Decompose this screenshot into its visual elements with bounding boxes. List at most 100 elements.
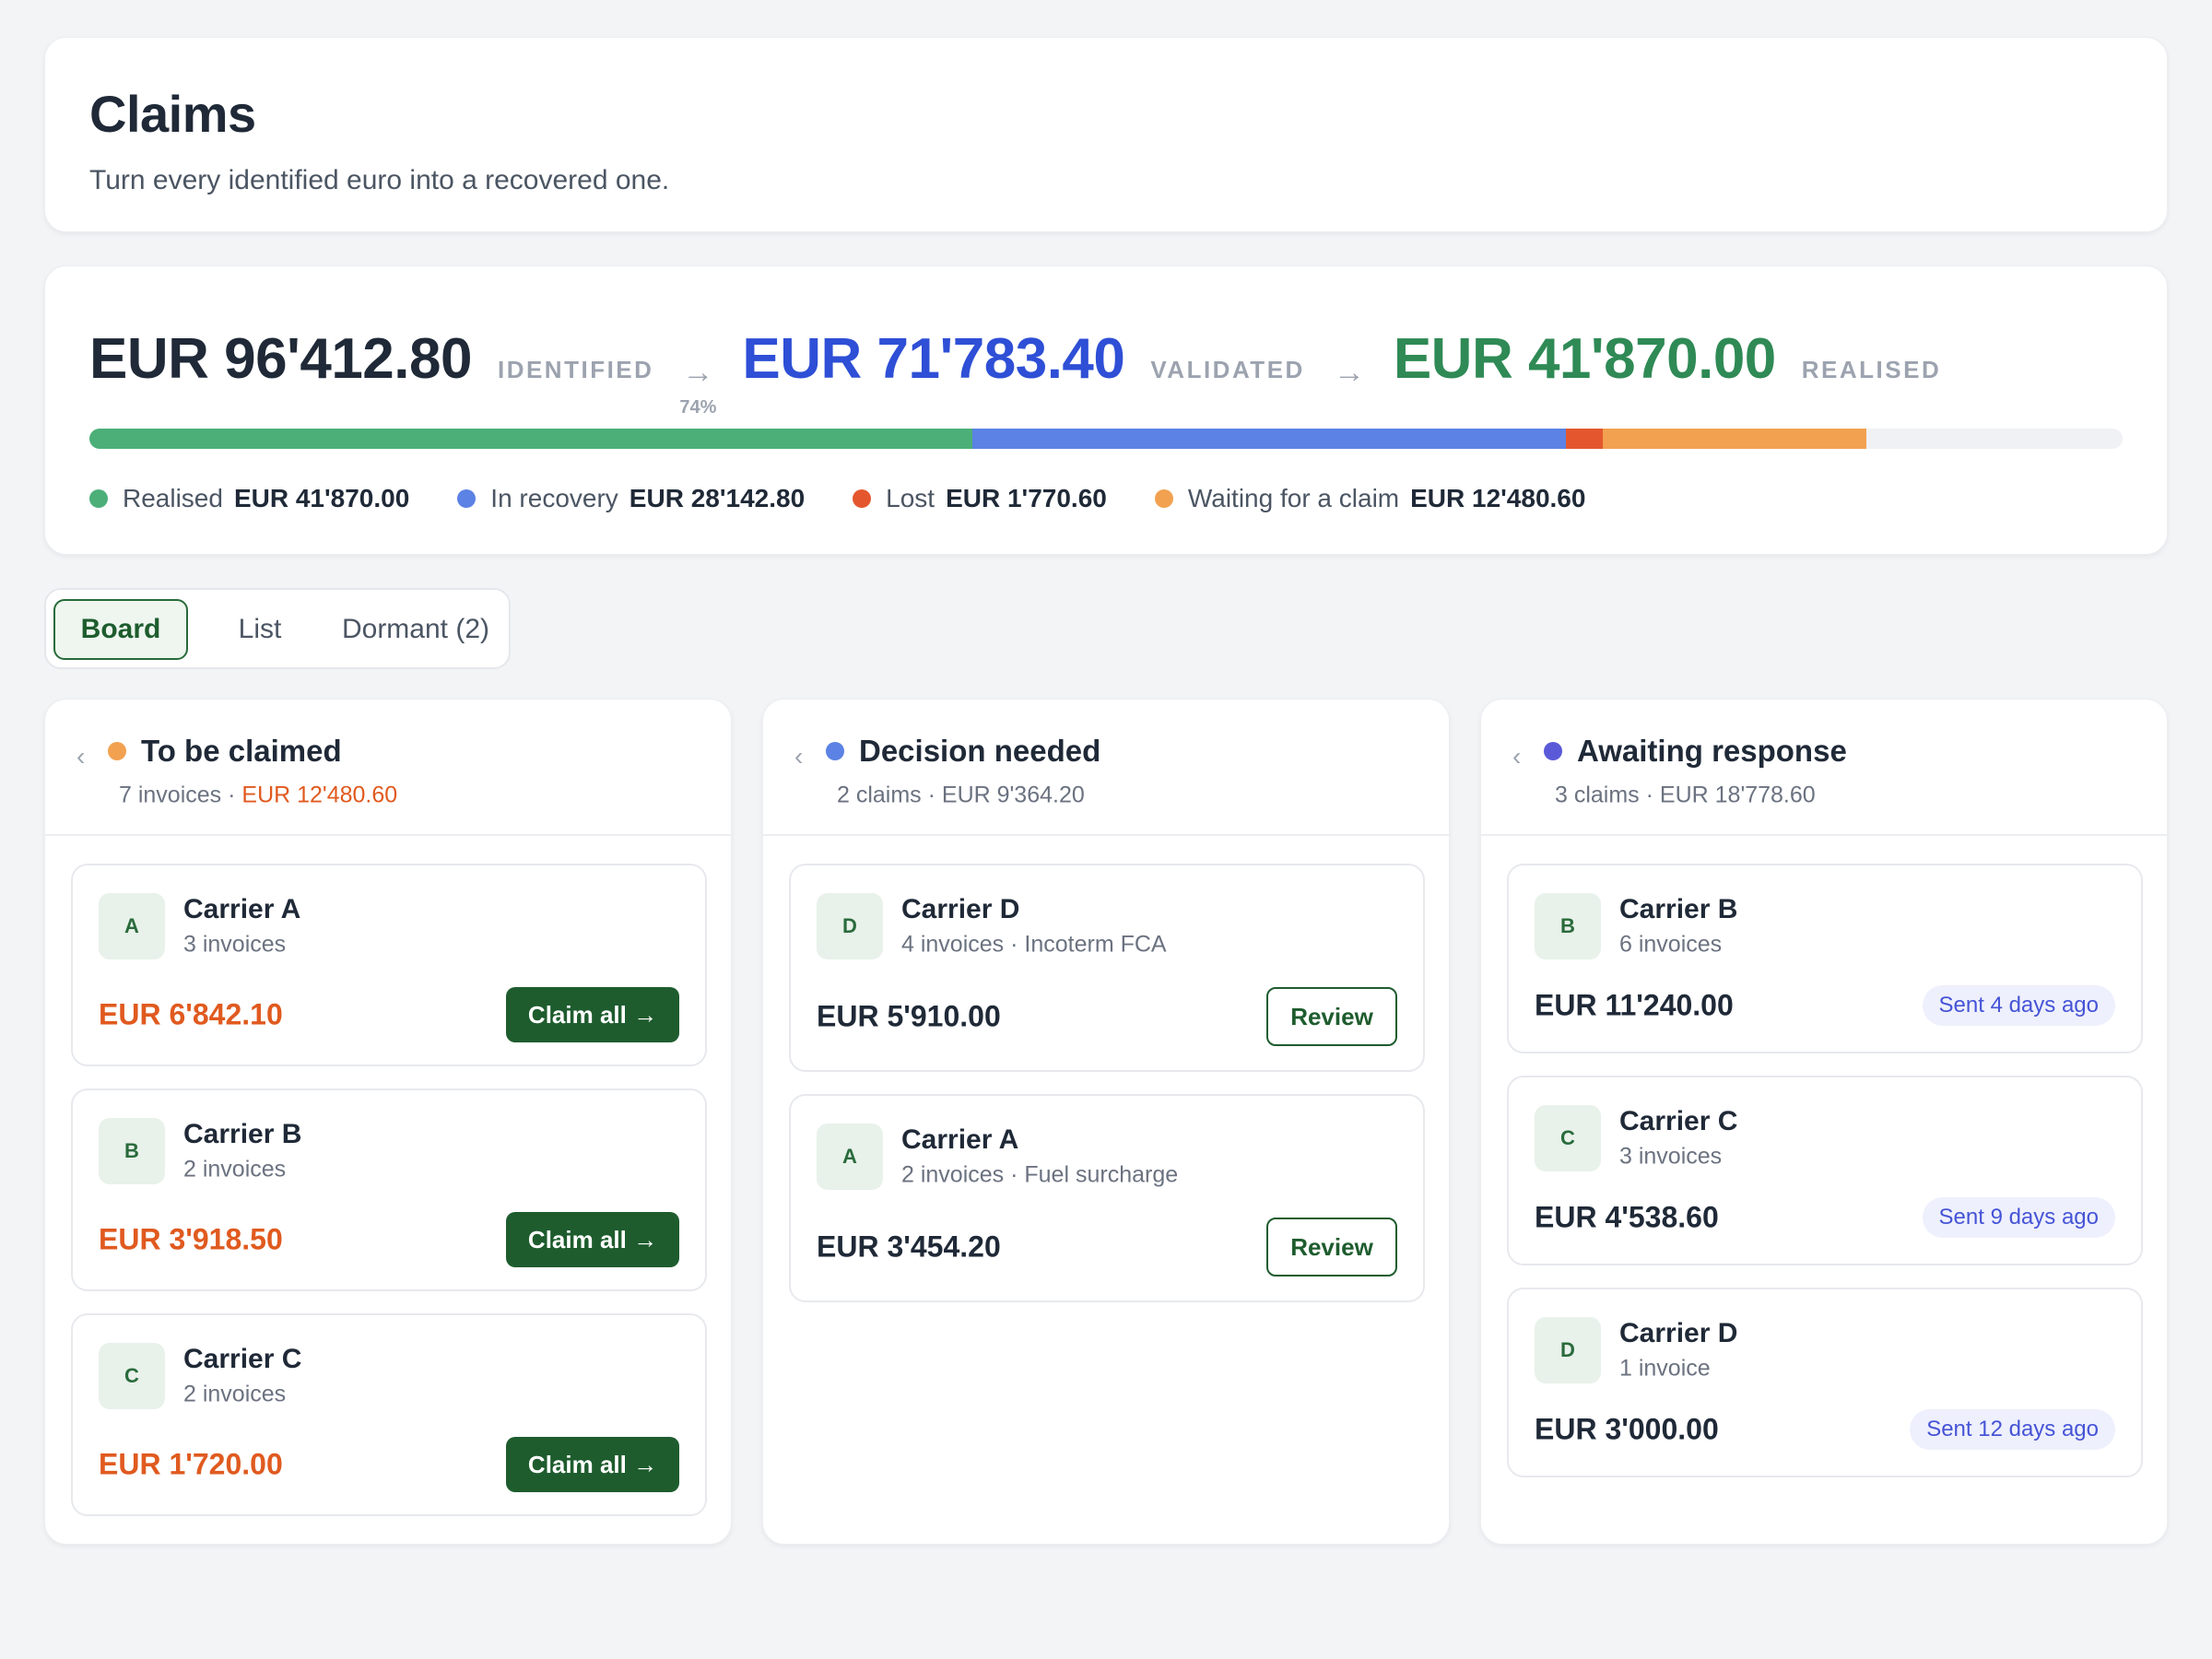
validated-label: VALIDATED: [1150, 356, 1305, 383]
legend-label: In recovery: [490, 484, 618, 512]
claim-card[interactable]: B Carrier B 2 invoices EUR 3'918.50 Clai…: [71, 1088, 707, 1291]
claim-card[interactable]: D Carrier D 1 invoice EUR 3'000.00 Sent …: [1507, 1288, 2143, 1477]
progress-segment-realised: [89, 429, 973, 449]
tab-list[interactable]: List: [205, 599, 315, 660]
avatar: A: [817, 1124, 883, 1190]
column-title: Awaiting response: [1577, 734, 1847, 768]
column-amount: EUR 12'480.60: [241, 782, 398, 808]
carrier-name: Carrier B: [183, 1119, 302, 1149]
legend-value: EUR 28'142.80: [629, 484, 806, 512]
column-summary: 7 invoices · EUR 12'480.60: [119, 782, 397, 809]
legend-value: EUR 41'870.00: [233, 484, 410, 512]
carrier-name: Carrier A: [901, 1124, 1019, 1155]
legend-label: Waiting for a claim: [1187, 484, 1400, 512]
status-dot-icon: [1544, 742, 1562, 760]
tab-board[interactable]: Board: [53, 599, 188, 660]
progress-legend: Realised EUR 41'870.00 In recovery EUR 2…: [89, 484, 1633, 513]
carrier-name: Carrier D: [1619, 1318, 1738, 1348]
column-header: ‹ Decision needed 2 claims · EUR 9'364.2…: [763, 700, 1449, 836]
claim-amount: EUR 5'910.00: [817, 999, 1001, 1033]
invoice-count: 2 invoices: [183, 1381, 287, 1407]
column-awaiting-response: ‹ Awaiting response 3 claims · EUR 18'77…: [1480, 699, 2168, 1545]
claim-card[interactable]: B Carrier B 6 invoices EUR 11'240.00 Sen…: [1507, 864, 2143, 1053]
invoice-count: 6 invoices: [1619, 931, 1723, 958]
invoice-count: 1 invoice: [1619, 1355, 1711, 1382]
status-badge: Sent 4 days ago: [1922, 985, 2115, 1026]
column-summary: 2 claims · EUR 9'364.20: [837, 782, 1085, 808]
dot-icon: [1154, 489, 1173, 508]
claim-card[interactable]: D Carrier D 4 invoices · Incoterm FCA EU…: [789, 864, 1425, 1072]
carrier-name: Carrier A: [183, 894, 301, 924]
page-subtitle: Turn every identified euro into a recove…: [89, 165, 670, 195]
claim-amount: EUR 11'240.00: [1535, 988, 1734, 1022]
legend-label: Lost: [886, 484, 935, 512]
claim-amount: EUR 1'720.00: [99, 1447, 283, 1481]
status-dot-icon: [826, 742, 844, 760]
recovery-summary: EUR 96'412.80 IDENTIFIED → 74% EUR 71'78…: [44, 265, 2168, 555]
status-badge: Sent 12 days ago: [1910, 1409, 2115, 1450]
status-dot-icon: [108, 742, 126, 760]
claim-card[interactable]: A Carrier A 3 invoices EUR 6'842.10 Clai…: [71, 864, 707, 1066]
column-summary: 3 claims · EUR 18'778.60: [1555, 782, 1816, 808]
chevron-left-icon[interactable]: ‹: [1512, 742, 1521, 771]
carrier-name: Carrier C: [1619, 1106, 1738, 1136]
progress-segment-lost: [1565, 429, 1604, 449]
column-header: ‹ To be claimed 7 invoices · EUR 12'480.…: [45, 700, 731, 836]
tab-dormant[interactable]: Dormant (2): [328, 599, 503, 660]
recovery-progress-bar: [89, 429, 2123, 449]
legend-label: Realised: [123, 484, 223, 512]
column-to-be-claimed: ‹ To be claimed 7 invoices · EUR 12'480.…: [44, 699, 732, 1545]
view-tabs: Board List Dormant (2): [44, 588, 511, 669]
avatar: B: [99, 1118, 165, 1184]
column-header: ‹ Awaiting response 3 claims · EUR 18'77…: [1481, 700, 2167, 836]
progress-segment-in-recovery: [972, 429, 1566, 449]
claim-card[interactable]: C Carrier C 3 invoices EUR 4'538.60 Sent…: [1507, 1076, 2143, 1265]
identified-amount: EUR 96'412.80: [89, 327, 472, 391]
validated-amount: EUR 71'783.40: [742, 327, 1125, 391]
invoice-count: 3 invoices: [1619, 1143, 1723, 1170]
chevron-left-icon[interactable]: ‹: [794, 742, 803, 771]
arrow-right-icon: →: [1333, 355, 1365, 390]
funnel-arrow-2: →: [1305, 357, 1394, 388]
realised-amount: EUR 41'870.00: [1393, 327, 1776, 391]
recovery-funnel: EUR 96'412.80 IDENTIFIED → 74% EUR 71'78…: [89, 314, 1942, 418]
avatar: D: [817, 893, 883, 959]
carrier-name: Carrier D: [901, 894, 1020, 924]
claim-amount: EUR 3'000.00: [1535, 1412, 1719, 1446]
claim-card[interactable]: C Carrier C 2 invoices EUR 1'720.00 Clai…: [71, 1313, 707, 1516]
legend-item-lost: Lost EUR 1'770.60: [853, 484, 1107, 513]
dot-icon: [457, 489, 477, 508]
carrier-name: Carrier B: [1619, 894, 1738, 924]
page-title: Claims: [89, 85, 256, 143]
avatar: C: [1535, 1105, 1601, 1171]
dot-icon: [89, 489, 108, 508]
identified-label: IDENTIFIED: [497, 356, 654, 383]
review-button[interactable]: Review: [1266, 1218, 1397, 1277]
avatar: C: [99, 1343, 165, 1409]
claim-amount: EUR 3'918.50: [99, 1222, 283, 1256]
invoice-count: 2 invoices: [183, 1156, 287, 1182]
avatar: D: [1535, 1317, 1601, 1383]
claim-all-button[interactable]: Claim all →: [506, 1437, 679, 1492]
invoice-count: 3 invoices: [183, 931, 287, 958]
carrier-name: Carrier C: [183, 1344, 302, 1374]
conversion-percentage: 74%: [679, 397, 717, 418]
arrow-right-icon: →: [682, 355, 714, 390]
claim-card[interactable]: A Carrier A 2 invoices · Fuel surcharge …: [789, 1094, 1425, 1302]
chevron-left-icon[interactable]: ‹: [76, 742, 85, 771]
invoice-details: 2 invoices · Fuel surcharge: [901, 1161, 1179, 1188]
claim-amount: EUR 6'842.10: [99, 997, 283, 1031]
status-badge: Sent 9 days ago: [1922, 1197, 2115, 1238]
invoice-details: 4 invoices · Incoterm FCA: [901, 931, 1167, 958]
avatar: B: [1535, 893, 1601, 959]
claim-all-button[interactable]: Claim all →: [506, 987, 679, 1042]
realised-label: REALISED: [1801, 356, 1942, 383]
claim-all-button[interactable]: Claim all →: [506, 1212, 679, 1267]
legend-item-waiting: Waiting for a claim EUR 12'480.60: [1154, 484, 1585, 513]
dot-icon: [853, 489, 872, 508]
legend-value: EUR 1'770.60: [946, 484, 1107, 512]
column-count: 7 invoices ·: [119, 782, 242, 808]
review-button[interactable]: Review: [1266, 987, 1397, 1046]
column-title: To be claimed: [141, 734, 342, 768]
page-header: Claims Turn every identified euro into a…: [44, 37, 2168, 232]
